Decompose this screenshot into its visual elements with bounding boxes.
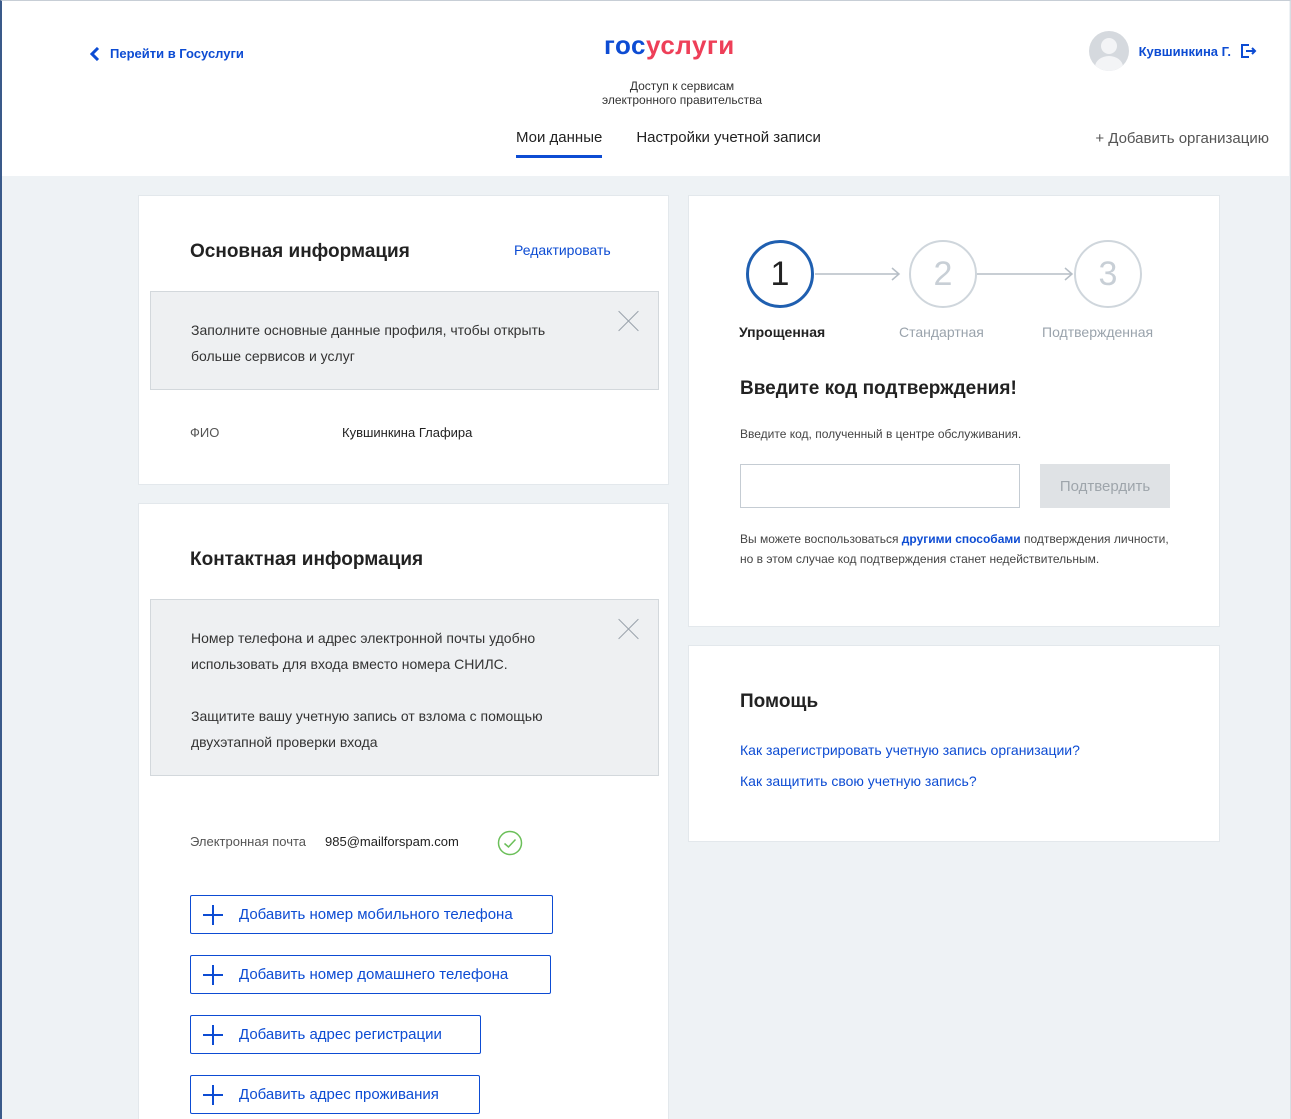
add-home-phone-button[interactable]: Добавить номер домашнего телефона <box>190 955 551 994</box>
tab-my-data[interactable]: Мои данные <box>516 129 603 158</box>
help-title: Помощь <box>740 691 819 712</box>
alt-methods-note-start: Вы можете воспользоваться <box>740 532 899 546</box>
back-link-label: Перейти в Госуслуги <box>110 46 244 61</box>
main-info-card: Основная информация Редактировать Заполн… <box>138 195 669 485</box>
add-registration-address-button[interactable]: Добавить адрес регистрации <box>190 1015 481 1054</box>
account-tabs: Мои данные Настройки учетной записи <box>516 129 821 158</box>
contact-info-card: Контактная информация Номер телефона и а… <box>138 503 669 1119</box>
check-circle-icon <box>497 830 523 856</box>
contact-notice-text-1: Номер телефона и адрес электронной почты… <box>191 630 536 672</box>
user-name[interactable]: Кувшинкина Г. <box>1139 44 1231 59</box>
gosuslugi-logo[interactable]: госуслуги <box>604 32 735 58</box>
user-menu[interactable]: Кувшинкина Г. <box>1088 31 1257 71</box>
other-methods-link[interactable]: другими способами <box>902 532 1021 546</box>
add-home-phone-label: Добавить номер домашнего телефона <box>239 966 509 983</box>
add-residence-address-button[interactable]: Добавить адрес проживания <box>190 1075 480 1114</box>
help-link-protect-account[interactable]: Как защитить свою учетную запись? <box>740 773 977 789</box>
tagline-line-2: электронного правительства <box>601 93 763 107</box>
add-registration-address-label: Добавить адрес регистрации <box>239 1026 442 1043</box>
plus-icon <box>203 1024 223 1045</box>
verification-card: 1 2 3 Упрощенная Стандартная Подтвержден… <box>688 195 1220 627</box>
back-to-gosuslugi-link[interactable]: Перейти в Госуслуги <box>90 46 244 61</box>
step-3-label: Подтвержденная <box>1042 324 1154 340</box>
email-label: Электронная почта <box>190 834 307 849</box>
profile-notice: Заполните основные данные профиля, чтобы… <box>150 291 659 390</box>
plus-icon <box>203 904 223 925</box>
avatar[interactable] <box>1088 31 1129 71</box>
contact-notice-text-2: Защитите вашу учетную запись от взлома с… <box>191 708 543 750</box>
contact-info-title: Контактная информация <box>190 549 424 570</box>
fio-label: ФИО <box>190 425 220 440</box>
email-value: 985@mailforspam.com <box>325 834 459 849</box>
alt-methods-note: Вы можете воспользоваться другими способ… <box>740 529 1180 569</box>
step-1-label: Упрощенная <box>739 324 826 340</box>
tagline-line-1: Доступ к сервисам <box>629 79 735 93</box>
step-2-label: Стандартная <box>899 324 984 340</box>
top-header: Перейти в Госуслуги госуслуги Доступ к с… <box>2 1 1289 176</box>
close-icon[interactable] <box>618 310 640 332</box>
add-mobile-phone-label: Добавить номер мобильного телефона <box>239 906 513 923</box>
add-organization-link[interactable]: + Добавить организацию <box>1095 130 1269 147</box>
contact-notice: Номер телефона и адрес электронной почты… <box>150 599 659 776</box>
profile-notice-text: Заполните основные данные профиля, чтобы… <box>191 322 546 364</box>
confirm-button[interactable]: Подтвердить <box>1040 464 1170 508</box>
fio-value: Кувшинкина Глафира <box>342 425 473 440</box>
logo-part-uslugi: услуги <box>646 30 735 60</box>
close-icon[interactable] <box>618 618 640 640</box>
help-card: Помощь Как зарегистрировать учетную запи… <box>688 645 1220 842</box>
confirmation-title: Введите код подтверждения! <box>740 378 1017 399</box>
step-2-circle: 2 <box>909 240 977 308</box>
confirmation-code-input[interactable] <box>740 464 1020 508</box>
add-mobile-phone-button[interactable]: Добавить номер мобильного телефона <box>190 895 553 934</box>
logout-icon[interactable] <box>1241 44 1257 58</box>
plus-icon <box>203 1084 223 1105</box>
tab-account-settings[interactable]: Настройки учетной записи <box>636 129 821 158</box>
chevron-left-icon <box>90 46 100 61</box>
logo-part-gos: гос <box>604 30 646 60</box>
main-info-title: Основная информация <box>190 241 410 262</box>
plus-icon <box>203 964 223 985</box>
add-residence-address-label: Добавить адрес проживания <box>239 1086 439 1103</box>
step-3-circle: 3 <box>1074 240 1142 308</box>
step-1-circle: 1 <box>746 240 814 308</box>
help-link-register-org[interactable]: Как зарегистрировать учетную запись орга… <box>740 742 1080 758</box>
header-tagline: Доступ к сервисам электронного правитель… <box>562 79 802 107</box>
confirmation-subtitle: Введите код, полученный в центре обслужи… <box>740 427 1022 441</box>
edit-link[interactable]: Редактировать <box>514 242 611 258</box>
